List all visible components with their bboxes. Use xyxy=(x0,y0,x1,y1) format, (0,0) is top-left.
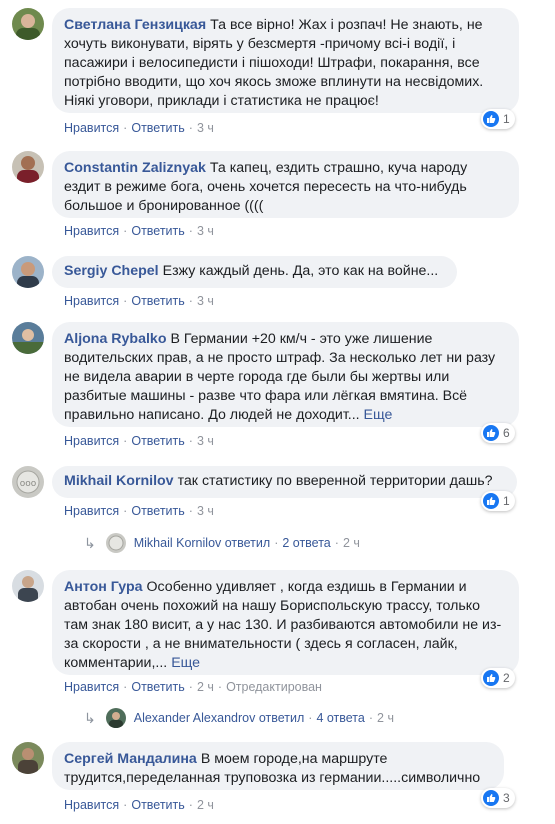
like-icon xyxy=(483,790,499,806)
comment-author[interactable]: Mikhail Kornilov xyxy=(64,473,174,489)
comment-time[interactable]: 3 ч xyxy=(197,434,214,448)
comment-time[interactable]: 3 ч xyxy=(197,294,214,308)
comment-actions: Нравится · Ответить · 2 ч xyxy=(64,798,214,812)
comment-bubble: Sergiy Chepel Езжу каждый день. Да, это к… xyxy=(52,256,457,288)
comment-time[interactable]: 3 ч xyxy=(197,224,214,238)
reply-button[interactable]: Ответить xyxy=(131,798,184,812)
comment-actions: Нравится · Ответить · 3 ч xyxy=(64,434,214,448)
avatar[interactable] xyxy=(12,570,44,602)
comment-actions: Нравится · Ответить · 3 ч xyxy=(64,121,214,135)
reaction-count[interactable]: 2 xyxy=(481,668,515,688)
replier-avatar xyxy=(105,533,126,553)
replier-avatar xyxy=(105,708,126,728)
reaction-count[interactable]: 3 xyxy=(481,788,515,808)
reply-time: 2 ч xyxy=(377,711,394,725)
like-icon xyxy=(483,670,499,686)
reply-summary[interactable]: Mikhail Kornilov ответил xyxy=(134,536,270,550)
comment-time[interactable]: 2 ч xyxy=(197,680,214,694)
edited-label[interactable]: Отредактирован xyxy=(226,680,322,694)
comment-actions: Нравится · Ответить · 2 ч · Отредактирован xyxy=(64,680,322,694)
avatar[interactable] xyxy=(12,742,44,774)
comment-time[interactable]: 3 ч xyxy=(197,121,214,135)
reply-count[interactable]: 2 ответа xyxy=(282,536,330,550)
like-button[interactable]: Нравится xyxy=(64,224,119,238)
comment-bubble: Сергей Мандалина В моем городе,на маршрут… xyxy=(52,742,504,790)
comment-time[interactable]: 3 ч xyxy=(197,504,214,518)
comment-author[interactable]: Сергей Мандалина xyxy=(64,751,197,767)
comment-text: так статистику по вверенной территории д… xyxy=(177,473,493,489)
comment-actions: Нравится · Ответить · 3 ч xyxy=(64,224,214,238)
avatar[interactable]: ооо xyxy=(12,466,44,498)
comment-text: Езжу каждый день. Да, это как на войне..… xyxy=(162,263,439,279)
comment-time[interactable]: 2 ч xyxy=(197,798,214,812)
like-button[interactable]: Нравится xyxy=(64,434,119,448)
like-button[interactable]: Нравится xyxy=(64,798,119,812)
comment-bubble: Mikhail Kornilov так статистику по вверен… xyxy=(52,466,517,498)
avatar[interactable] xyxy=(12,8,44,40)
reaction-count[interactable]: 1 xyxy=(481,109,515,129)
comment-actions: Нравится · Ответить · 3 ч xyxy=(64,294,214,308)
see-more-link[interactable]: Еще xyxy=(171,655,200,671)
comment-author[interactable]: Антон Гура xyxy=(64,579,143,595)
like-icon xyxy=(483,425,499,441)
reply-arrow-icon: ↳ xyxy=(84,709,96,726)
svg-text:ооо: ооо xyxy=(20,479,37,489)
comment-author[interactable]: Constantin Zaliznyak xyxy=(64,160,206,176)
reaction-count[interactable]: 6 xyxy=(481,423,515,443)
comment-bubble: Constantin Zaliznyak Та капец, ездить стр… xyxy=(52,151,519,218)
like-button[interactable]: Нравится xyxy=(64,680,119,694)
like-icon xyxy=(483,493,499,509)
reply-time: 2 ч xyxy=(342,536,360,550)
reply-arrow-icon: ↳ xyxy=(84,534,96,551)
comment-author[interactable]: Aljona Rybalko xyxy=(64,331,167,347)
see-more-link[interactable]: Еще xyxy=(364,407,393,423)
view-replies[interactable]: ↳ Alexander Alexandrov ответил · 4 ответа ·… xyxy=(84,708,394,728)
view-replies[interactable]: ↳ Mikhail Kornilov ответил · 2 ответа · 2 ч xyxy=(84,533,360,553)
reply-summary[interactable]: Alexander Alexandrov ответил xyxy=(134,711,305,725)
comment-actions: Нравится · Ответить · 3 ч xyxy=(64,504,214,518)
reaction-count[interactable]: 1 xyxy=(481,491,515,511)
like-button[interactable]: Нравится xyxy=(64,504,119,518)
comment-bubble: Aljona Rybalko В Германии +20 км/ч - это … xyxy=(52,322,519,427)
reply-button[interactable]: Ответить xyxy=(131,224,184,238)
comment-bubble: Антон Гура Особенно удивляет , когда езди… xyxy=(52,570,519,675)
like-button[interactable]: Нравится xyxy=(64,294,119,308)
avatar[interactable] xyxy=(12,151,44,183)
reply-button[interactable]: Ответить xyxy=(131,504,184,518)
avatar[interactable] xyxy=(12,322,44,354)
reply-button[interactable]: Ответить xyxy=(131,121,184,135)
like-button[interactable]: Нравится xyxy=(64,121,119,135)
avatar[interactable] xyxy=(12,256,44,288)
reply-button[interactable]: Ответить xyxy=(131,294,184,308)
comment-bubble: Светлана Гензицкая Та все вірно! Жах і ро… xyxy=(52,8,519,113)
reply-count[interactable]: 4 ответа xyxy=(316,711,364,725)
like-icon xyxy=(483,111,499,127)
reply-button[interactable]: Ответить xyxy=(131,680,184,694)
comment-author[interactable]: Светлана Гензицкая xyxy=(64,17,206,33)
reply-button[interactable]: Ответить xyxy=(131,434,184,448)
comment-author[interactable]: Sergiy Chepel xyxy=(64,263,159,279)
